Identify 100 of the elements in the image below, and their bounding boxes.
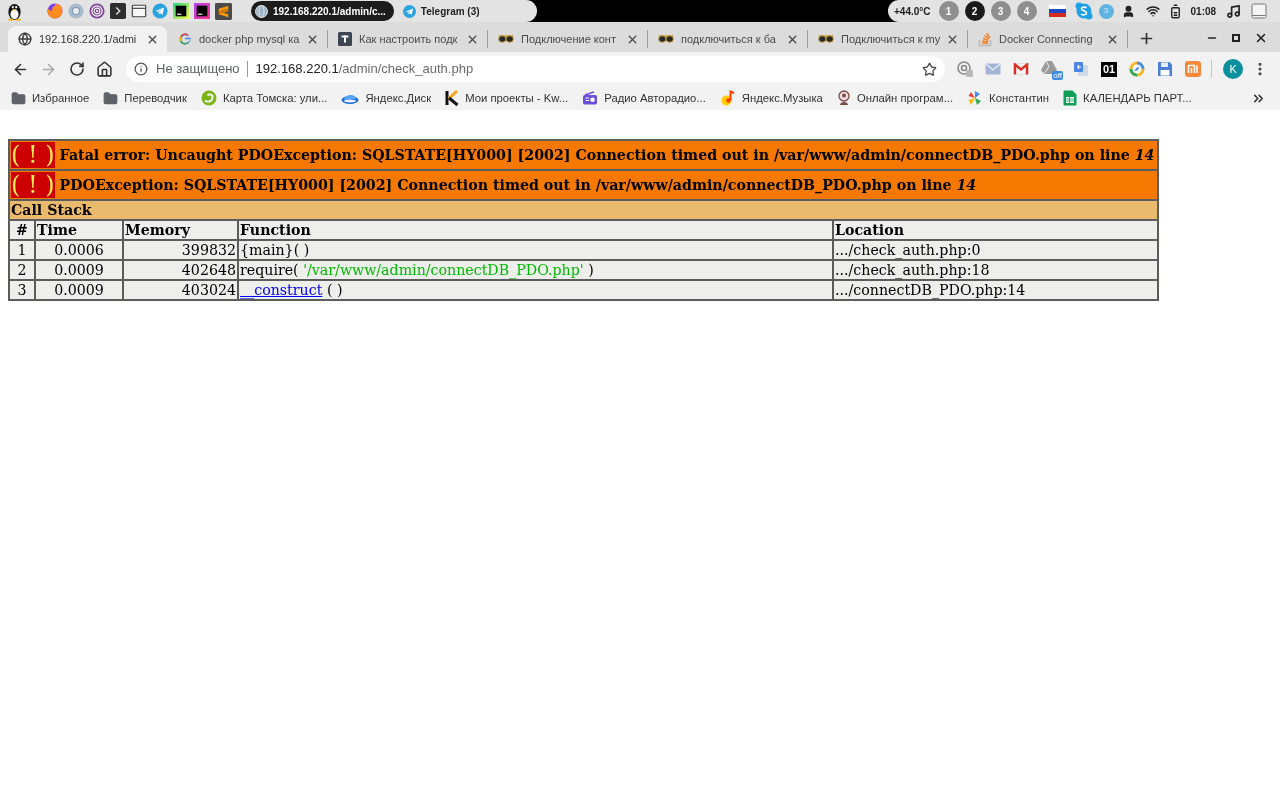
column-header: Time [35, 220, 123, 240]
sunglasses-icon [818, 34, 834, 44]
table-cell: 1 [9, 240, 35, 260]
app-tile-icon[interactable] [173, 3, 189, 19]
folder-icon [11, 90, 26, 106]
music-note-icon [719, 90, 736, 106]
cloud-icon[interactable] [1074, 2, 1093, 20]
function-link[interactable]: __construct [240, 282, 323, 298]
table-cell: 0.0009 [35, 260, 123, 280]
security-label[interactable]: Не защищено [156, 59, 240, 79]
penguin-icon[interactable] [6, 1, 23, 21]
maximize-icon[interactable] [1230, 32, 1242, 44]
desktop-icon[interactable] [1251, 3, 1268, 19]
window-icon[interactable] [131, 3, 147, 19]
bookmark-item[interactable]: Радио Авторадио... [582, 89, 706, 107]
envelope-icon[interactable] [1013, 63, 1029, 75]
documents-icon[interactable] [1073, 61, 1089, 77]
bookmark-item[interactable]: КАЛЕНДАРЬ ПАРТ... [1063, 89, 1192, 107]
temperature-reading: +44.0°C [894, 4, 931, 19]
table-cell: .../check_auth.php:0 [833, 240, 1159, 260]
table-cell: require( '/var/www/admin/connectDB_PDO.php' ) [238, 260, 833, 280]
column-header: # [9, 220, 35, 240]
webcam-icon [836, 90, 851, 106]
browser-tab[interactable]: Подключение конт [488, 26, 647, 52]
status-tag: off [1052, 71, 1063, 80]
extension-label[interactable]: 01 [1101, 61, 1118, 77]
column-header: Function [238, 220, 833, 240]
bookmark-item[interactable]: Мои проекты - Kw... [445, 89, 569, 107]
profile-avatar[interactable]: K [1223, 59, 1244, 79]
call-stack-heading: Call Stack [9, 200, 1159, 220]
browser-tab[interactable]: Как настроить подк [328, 26, 487, 52]
bookmark-item[interactable]: Яндекс.Музыка [719, 89, 823, 107]
k-logo-icon [445, 90, 460, 106]
target-icon[interactable] [957, 61, 973, 77]
function-text: ( ) [326, 282, 343, 298]
task-button[interactable]: Telegram (3) [398, 1, 488, 21]
url-text[interactable]: 192.168.220.1/admin/check_auth.php [255, 59, 474, 79]
table-cell: 0.0009 [35, 280, 123, 300]
g-logo-icon [178, 32, 192, 46]
reload-icon[interactable] [69, 61, 85, 77]
folder-icon [103, 90, 119, 106]
info-icon[interactable] [134, 62, 148, 76]
error-message: PDOException: SQLSTATE[HY000] [2002] Connection timed out in /var/www/admin/connectDB_PDO.php on line 14 [59, 177, 977, 193]
sunglasses-icon [658, 34, 674, 44]
table-cell: 3 [9, 280, 35, 300]
star-icon[interactable] [922, 61, 937, 77]
browser-tab[interactable]: Подключиться к my [808, 26, 967, 52]
table-cell: .../check_auth.php:18 [833, 260, 1159, 280]
home-icon[interactable] [96, 60, 113, 78]
hexagon-icon[interactable] [1041, 60, 1057, 74]
browser-tab[interactable]: подключиться к ба [648, 26, 807, 52]
bookmark-item[interactable]: Онлайн програм... [836, 89, 954, 107]
swirl-circle-icon [200, 90, 217, 106]
bookmark-item[interactable]: Константин [967, 89, 1050, 107]
flame-globe-icon[interactable] [47, 3, 63, 19]
stripes-tile-icon[interactable] [215, 2, 232, 20]
table-cell: 399832 [123, 240, 238, 260]
table-cell: {main}( ) [238, 240, 833, 260]
sunglasses-icon [498, 34, 514, 44]
table-cell: 402648 [123, 260, 238, 280]
globe-icon [18, 32, 32, 46]
address-bar[interactable]: Не защищено 192.168.220.1/admin/check_auth.php [126, 56, 945, 82]
column-header: Memory [123, 220, 238, 240]
browser-tab[interactable]: 192.168.220.1/admi [8, 26, 167, 52]
bookmark-item[interactable]: Карта Томска: ули... [200, 89, 328, 107]
flag-icon[interactable] [1048, 5, 1066, 17]
bookmark-item[interactable]: Избранное [11, 89, 90, 107]
bookmark-item[interactable]: Переводчик [103, 89, 187, 107]
compass-icon[interactable] [1129, 61, 1146, 77]
workspace-button[interactable]: 2 [964, 1, 985, 21]
stack-icon [978, 31, 992, 47]
table-cell: .../connectDB_PDO.php:14 [833, 280, 1159, 300]
radio-icon [582, 91, 599, 105]
spreadsheet-icon [1063, 90, 1078, 106]
table-cell: 403024 [123, 280, 238, 300]
bookmark-item[interactable]: Яндекс.Диск [341, 89, 432, 107]
paper-plane-icon [402, 4, 416, 18]
browser-tab[interactable]: Docker Connecting [968, 26, 1127, 52]
browser-tab[interactable]: docker php mysql ка [168, 26, 327, 52]
music-note-icon[interactable] [1226, 3, 1242, 19]
rings-icon[interactable] [89, 3, 105, 19]
error-message: Fatal error: Uncaught PDOException: SQLSTATE[HY000] [2002] Connection timed out in /var/www/admin/connectDB_PDO.php on line 14 [59, 147, 1155, 163]
new-tab-icon[interactable] [1138, 30, 1155, 47]
terminal-icon[interactable] [110, 3, 126, 19]
error-symbol: ( ! ) [11, 142, 55, 168]
pinwheel-icon [967, 90, 984, 106]
task-button[interactable]: 192.168.220.1/admin/c... [251, 1, 394, 21]
person-icon[interactable] [1121, 4, 1135, 18]
wifi-icon[interactable] [1145, 4, 1160, 18]
close-icon[interactable] [1254, 31, 1268, 45]
clock[interactable]: 01:08 [1190, 3, 1217, 19]
tile-icon[interactable] [1185, 61, 1202, 77]
column-header: Location [833, 220, 1159, 240]
table-cell: 0.0006 [35, 240, 123, 260]
table-cell: 2 [9, 260, 35, 280]
paper-plane-icon[interactable] [152, 3, 168, 19]
tile-icon [338, 32, 352, 46]
globe-icon [255, 4, 268, 18]
error-symbol: ( ! ) [11, 172, 55, 198]
app-tile-icon[interactable] [194, 3, 210, 19]
